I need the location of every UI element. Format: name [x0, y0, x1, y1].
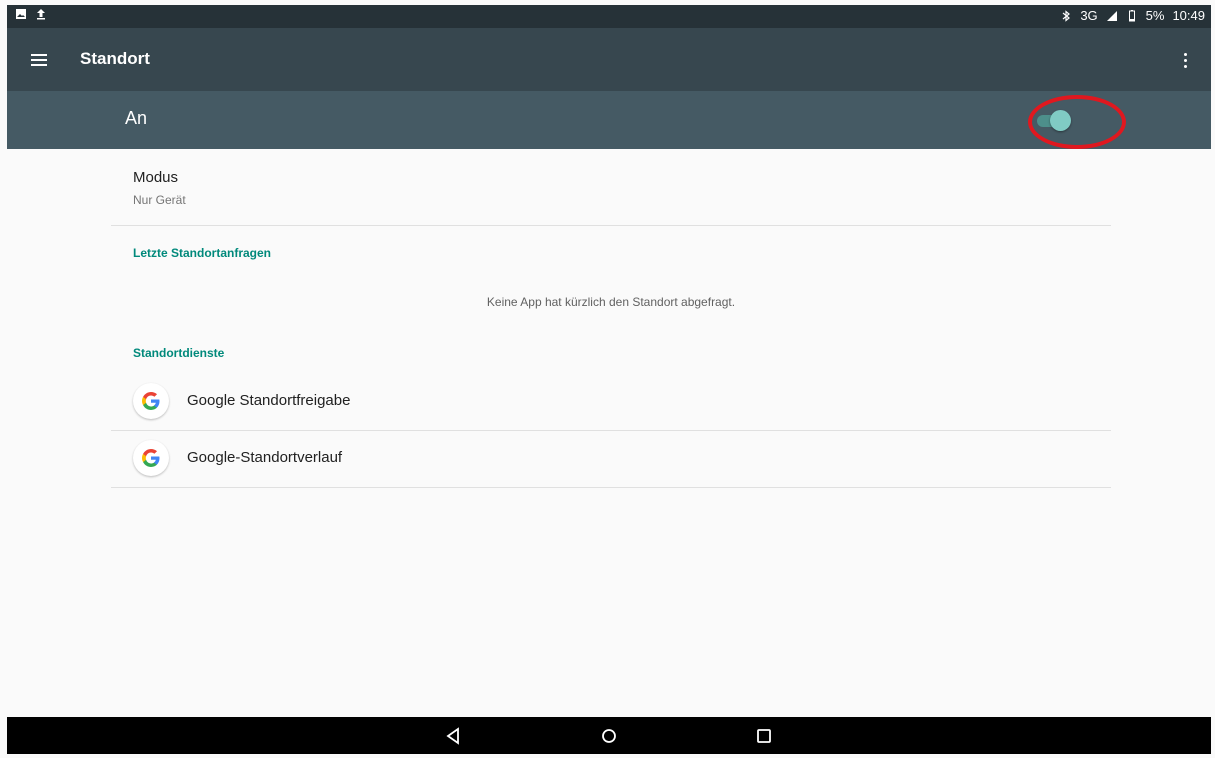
google-icon [133, 440, 169, 476]
list-item-label: Google Standortfreigabe [187, 392, 351, 409]
settings-list: Modus Nur Gerät Letzte Standortanfragen … [111, 149, 1111, 488]
recent-requests-header: Letzte Standortanfragen [111, 226, 1111, 274]
toggle-thumb [1050, 110, 1071, 131]
bluetooth-icon [1062, 9, 1071, 22]
image-notification-icon [16, 9, 26, 19]
list-item-label: Google-Standortverlauf [187, 449, 343, 466]
page-title: Standort [80, 49, 150, 68]
status-bar: 3G 5% 10:49 [7, 5, 1211, 28]
back-icon[interactable] [443, 725, 465, 747]
more-vert-icon[interactable] [1173, 46, 1197, 74]
battery-percent: 5% [1145, 8, 1165, 23]
navigation-bar [7, 717, 1211, 754]
toolbar: Standort [7, 28, 1211, 91]
network-type: 3G [1080, 8, 1098, 23]
location-services-header: Standortdienste [111, 326, 1111, 374]
home-icon[interactable] [598, 725, 620, 747]
mode-value: Nur Gerät [133, 193, 186, 207]
upload-icon [37, 9, 45, 20]
android-screen: 3G 5% 10:49 Standort An Modus Nur Gerät … [7, 5, 1211, 754]
list-item-google-location-history[interactable]: Google-Standortverlauf [111, 431, 1111, 488]
location-toggle[interactable] [1033, 109, 1093, 135]
location-master-switch-bar[interactable]: An [7, 91, 1211, 149]
mode-title: Modus [133, 169, 179, 186]
battery-icon [1128, 9, 1135, 21]
signal-icon [1106, 10, 1117, 21]
clock: 10:49 [1172, 8, 1205, 23]
section-title: Letzte Standortanfragen [133, 246, 272, 260]
list-item-google-location-sharing[interactable]: Google Standortfreigabe [111, 374, 1111, 431]
recents-icon[interactable] [753, 725, 775, 747]
google-icon [133, 383, 169, 419]
menu-icon[interactable] [27, 48, 51, 72]
section-title: Standortdienste [133, 346, 225, 360]
mode-setting[interactable]: Modus Nur Gerät [111, 149, 1111, 226]
empty-message: Keine App hat kürzlich den Standort abge… [486, 295, 736, 309]
switch-label: An [125, 108, 148, 128]
